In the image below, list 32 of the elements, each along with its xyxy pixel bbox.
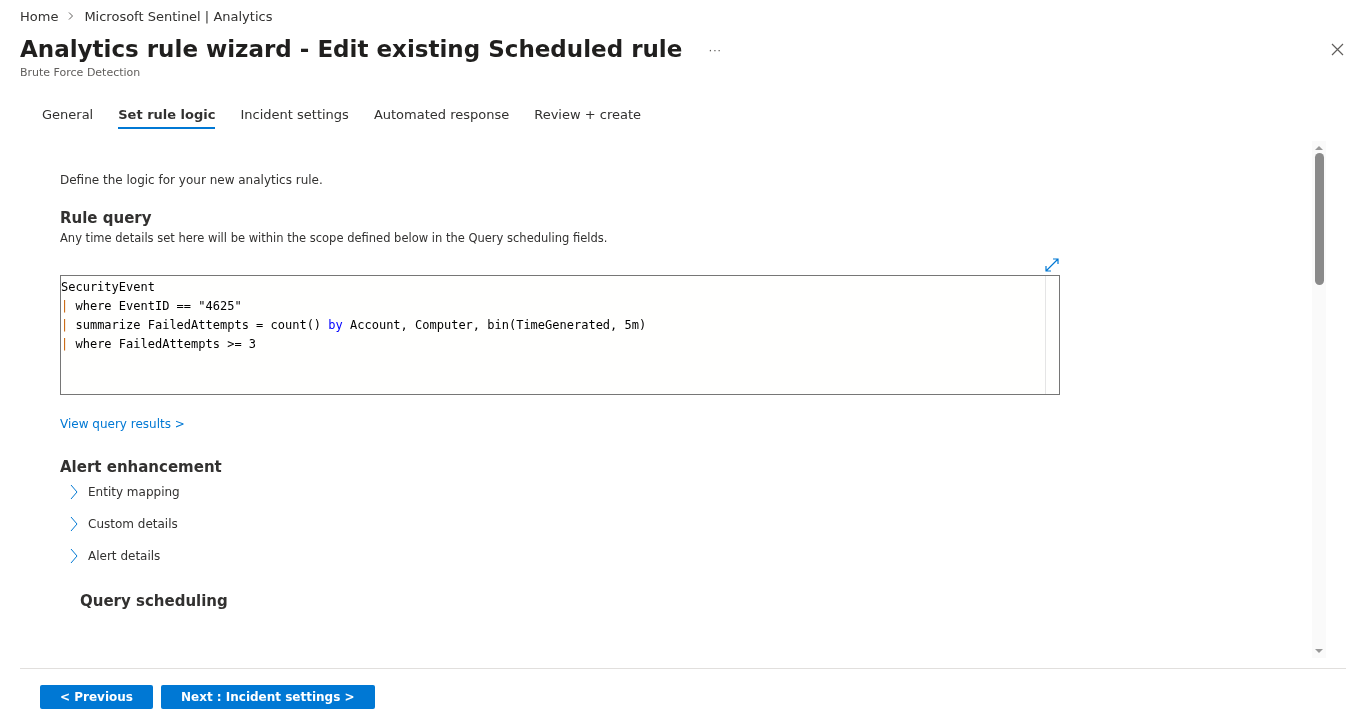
wizard-tab[interactable]: Automated response: [373, 103, 510, 129]
previous-button[interactable]: < Previous: [40, 685, 153, 709]
code-line: SecurityEvent: [61, 279, 156, 296]
section-heading: Query scheduling: [80, 592, 229, 610]
expand-icon[interactable]: [1044, 257, 1060, 273]
query-editor[interactable]: SecurityEvent | where EventID == "4625" | summarize FailedAttempts = count() by Account, Computer, bin(TimeGenerated, 5m) | where FailedAttempts >= 3: [60, 275, 1060, 395]
expander-item[interactable]: Entity mapping: [60, 476, 180, 508]
wizard-tab[interactable]: General: [42, 103, 94, 129]
section-heading: Rule query: [60, 209, 153, 227]
breadcrumb-link[interactable]: Home: [20, 8, 59, 24]
wizard-tab[interactable]: Set rule logic: [118, 103, 216, 129]
next-button[interactable]: Next : Incident settings >: [160, 685, 375, 709]
page-subtitle: Brute Force Detection: [20, 66, 142, 79]
view-query-results-link[interactable]: View query results >: [60, 417, 185, 431]
code-line: | where FailedAttempts >= 3: [61, 336, 258, 353]
more-button[interactable]: ···: [704, 41, 726, 57]
code-line: | where EventID == "4625": [61, 298, 243, 315]
code-line: | summarize FailedAttempts = count() by Account, Computer, bin(TimeGenerated, 5m): [61, 317, 648, 334]
expander-item[interactable]: Alert details: [60, 540, 161, 572]
intro-text: Define the logic for your new analytics rule.: [60, 173, 324, 187]
page-title: Analytics rule wizard - Edit existing Scheduled rule: [20, 36, 683, 62]
wizard-tab[interactable]: Incident settings: [240, 103, 349, 129]
breadcrumb-link[interactable]: Microsoft Sentinel | Analytics: [84, 8, 273, 24]
scrollbar-thumb[interactable]: [1314, 153, 1324, 285]
chevron-right-icon: [68, 12, 75, 20]
scroll-down-icon[interactable]: [1315, 648, 1323, 654]
section-heading: Alert enhancement: [60, 458, 223, 476]
section-description: Any time details set here will be within the scope defined below in the Query scheduling fields.: [60, 231, 609, 245]
wizard-tab[interactable]: Review + create: [534, 103, 642, 129]
expander-item[interactable]: Custom details: [60, 508, 178, 540]
scroll-up-icon[interactable]: [1315, 145, 1323, 151]
scrollbar[interactable]: [1312, 141, 1326, 658]
